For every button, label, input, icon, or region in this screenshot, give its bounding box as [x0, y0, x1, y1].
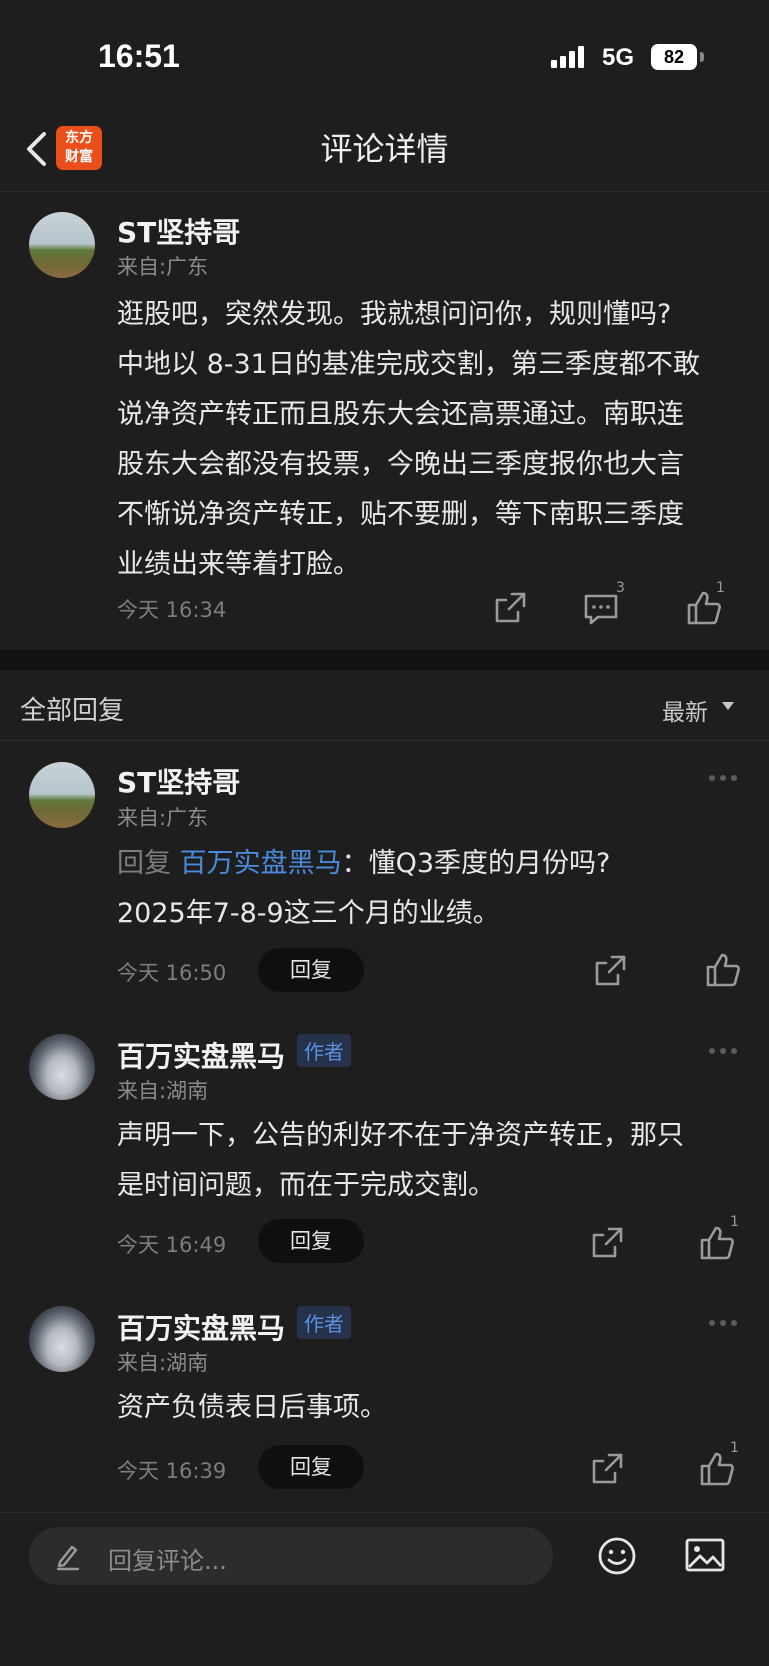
reply-button[interactable]: 回复 — [258, 948, 364, 992]
reply-line: 声明一下，公告的利好不在于净资产转正，那只 — [117, 1120, 684, 1151]
post-line: 股东大会都没有投票，今晚出三季度报你也大言 — [117, 449, 684, 480]
post-line: 中地以 8-31日的基准完成交割，第三季度都不敢 — [117, 349, 700, 380]
reply-content: 声明一下，公告的利好不在于净资产转正，那只 是时间问题，而在于完成交割。 — [117, 1111, 757, 1211]
reply-content: 回复 百万实盘黑马：懂Q3季度的月份吗? 2025年7-8-9这三个月的业绩。 — [117, 839, 757, 939]
replies-section-title: 全部回复 — [20, 696, 125, 726]
pencil-icon — [56, 1545, 80, 1571]
comment-count: 3 — [616, 580, 625, 596]
battery-tip — [700, 52, 704, 62]
signal-icon — [551, 46, 584, 68]
reply-location: 来自:湖南 — [117, 1351, 209, 1375]
reply-content: 资产负债表日后事项。 — [117, 1383, 757, 1433]
reply-time: 今天 16:49 — [117, 1233, 227, 1257]
reply-username[interactable]: 百万实盘黑马 — [117, 1307, 285, 1347]
reply-time: 今天 16:39 — [117, 1459, 227, 1483]
network-type: 5G — [602, 44, 635, 71]
reply-location: 来自:广东 — [117, 806, 209, 830]
page-title: 评论详情 — [320, 130, 449, 168]
post-line: 业绩出来等着打脸。 — [117, 549, 360, 580]
avatar[interactable] — [29, 212, 95, 278]
section-gap — [0, 650, 769, 670]
avatar[interactable] — [29, 762, 95, 828]
post-content: 逛股吧，突然发现。我就想问问你，规则懂吗? 中地以 8-31日的基准完成交割，第… — [117, 290, 757, 590]
reply-time: 今天 16:50 — [117, 961, 227, 985]
post-line: 逛股吧，突然发现。我就想问问你，规则懂吗? — [117, 299, 672, 330]
image-icon[interactable] — [683, 1536, 727, 1576]
share-icon[interactable] — [587, 1449, 627, 1489]
more-dots-icon[interactable] — [709, 1048, 741, 1056]
sort-dropdown[interactable]: 最新 — [662, 693, 708, 727]
caret-down-icon[interactable] — [722, 702, 734, 710]
nav-divider — [0, 191, 769, 192]
divider — [0, 740, 769, 741]
like-count: 1 — [716, 580, 725, 596]
reply-line: 2025年7-8-9这三个月的业绩。 — [117, 898, 500, 929]
share-icon[interactable] — [587, 1223, 627, 1263]
reply-text: ：懂Q3季度的月份吗? — [341, 848, 611, 879]
thumbs-up-icon[interactable] — [703, 950, 743, 990]
reply-button[interactable]: 回复 — [258, 1445, 364, 1489]
reply-location: 来自:湖南 — [117, 1079, 209, 1103]
reply-line: 是时间问题，而在于完成交割。 — [117, 1170, 495, 1201]
reply-line: 回复 百万实盘黑马：懂Q3季度的月份吗? — [117, 839, 757, 889]
reply-input-placeholder[interactable]: 回复评论... — [108, 1541, 227, 1576]
post-line: 说净资产转正而且股东大会还高票通过。南职连 — [117, 399, 684, 430]
like-count: 1 — [730, 1440, 739, 1456]
reply-username[interactable]: 百万实盘黑马 — [117, 1035, 285, 1075]
reply-button[interactable]: 回复 — [258, 1219, 364, 1263]
comment-icon[interactable] — [581, 590, 621, 630]
share-icon[interactable] — [590, 951, 630, 991]
more-dots-icon[interactable] — [709, 1320, 741, 1328]
post-username[interactable]: ST坚持哥 — [117, 211, 240, 251]
emoji-icon[interactable] — [596, 1535, 638, 1577]
status-time: 16:51 — [98, 38, 180, 74]
reply-username[interactable]: ST坚持哥 — [117, 761, 240, 801]
reply-prefix: 回复 — [117, 848, 171, 879]
share-icon[interactable] — [490, 588, 530, 628]
battery-icon: 82 — [651, 44, 697, 70]
reply-line: 资产负债表日后事项。 — [117, 1392, 387, 1423]
post-location: 来自:广东 — [117, 255, 209, 279]
author-badge: 作者 — [297, 1306, 351, 1339]
reply-target-user[interactable]: 百万实盘黑马 — [180, 848, 342, 879]
post-line: 不惭说净资产转正，贴不要删，等下南职三季度 — [117, 499, 684, 530]
author-badge: 作者 — [297, 1034, 351, 1067]
avatar[interactable] — [29, 1034, 95, 1100]
more-dots-icon[interactable] — [709, 775, 741, 783]
post-time: 今天 16:34 — [117, 598, 227, 622]
like-count: 1 — [730, 1214, 739, 1230]
avatar[interactable] — [29, 1306, 95, 1372]
